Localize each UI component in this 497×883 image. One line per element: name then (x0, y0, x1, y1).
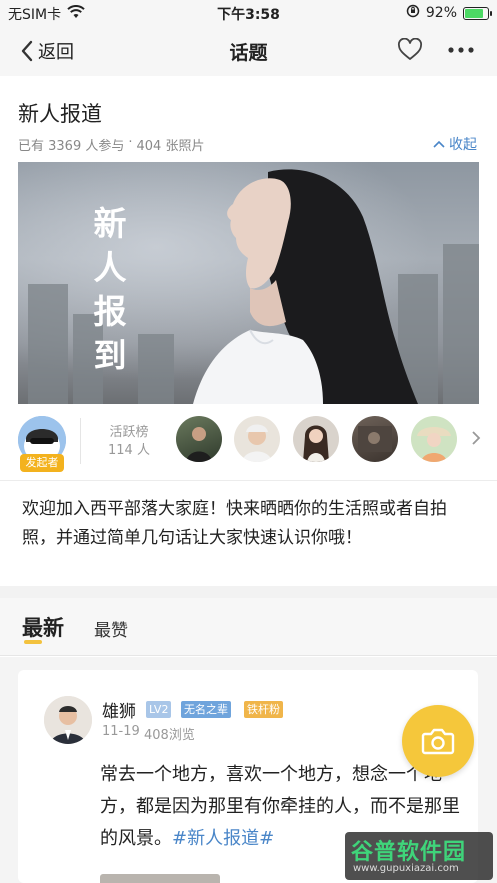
tab-likes[interactable]: 最赞 (94, 616, 128, 641)
meta-separator: · (128, 135, 133, 150)
camera-icon (421, 728, 455, 755)
initiator-badge: 发起者 (20, 454, 64, 472)
fan-tag: 铁杆粉 (244, 701, 283, 718)
participants-row: 发起者 活跃榜 114 人 (0, 410, 497, 472)
battery-percent: 92% (425, 5, 457, 21)
topic-meta: 已有 3369 人参与 · 404 张照片 (18, 135, 204, 154)
tab-active-indicator (24, 640, 42, 644)
more-button[interactable] (447, 38, 475, 66)
watermark-logo: 谷普软件园 www.gupuxiazai.com (345, 832, 493, 880)
title-tag: 无名之辈 (181, 701, 231, 718)
status-right: 92% (406, 4, 492, 22)
member-avatar[interactable] (176, 416, 222, 462)
post-image[interactable] (100, 874, 220, 883)
status-bar: 无SIM卡 下午3:58 92% (0, 0, 497, 26)
battery-icon (463, 6, 492, 20)
author-avatar[interactable] (44, 696, 92, 744)
member-avatar[interactable] (352, 416, 398, 462)
heart-icon (398, 37, 422, 60)
divider (0, 480, 497, 481)
topic-banner-image: 新 人 报 到 (18, 162, 479, 404)
chevron-right-icon (472, 431, 481, 445)
post-date: 11-19 (102, 724, 140, 739)
favorite-button[interactable] (397, 37, 423, 66)
author-name[interactable]: 雄狮 (102, 697, 136, 722)
member-avatar[interactable] (411, 416, 457, 462)
orientation-lock-icon (406, 4, 420, 22)
banner-char: 报 (93, 292, 127, 331)
post-hashtag[interactable]: #新人报道# (172, 828, 274, 849)
topic-title: 新人报道 (18, 102, 102, 126)
row-divider (80, 418, 81, 464)
banner-char: 到 (93, 336, 127, 375)
photo-count: 404 张照片 (136, 139, 205, 154)
active-board-label: 活跃榜 (109, 425, 149, 440)
active-board-count: 114 人 (108, 443, 150, 458)
topic-description: 欢迎加入西平部落大家庭！快来晒晒你的生活照或者自拍照，并通过简单几句话让大家快速… (22, 499, 447, 548)
watermark-sub: www.gupuxiazai.com (353, 863, 459, 874)
banner-char: 人 (93, 248, 127, 287)
collapse-label: 收起 (449, 137, 477, 153)
active-board-link[interactable]: 活跃榜 114 人 (98, 424, 160, 460)
initiator-avatar[interactable]: 发起者 (18, 416, 66, 472)
level-tag: LV2 (146, 701, 172, 718)
sort-tabs: 最新 最赞 (0, 598, 497, 656)
watermark-main: 谷普软件园 (351, 840, 467, 865)
section-gap (0, 586, 497, 598)
chevron-up-icon (433, 140, 445, 148)
participants-more-button[interactable] (471, 430, 481, 450)
banner-text: 新 人 报 到 (88, 202, 132, 378)
nav-bar: 返回 话题 (0, 26, 497, 76)
member-avatar[interactable] (293, 416, 339, 462)
post-views: 408浏览 (144, 728, 195, 743)
battery-fill (465, 8, 484, 18)
tab-latest[interactable]: 最新 (22, 612, 64, 642)
more-dots-icon (448, 47, 474, 53)
banner-char: 新 (93, 204, 127, 243)
participant-count: 已有 3369 人参与 (18, 139, 125, 154)
collapse-button[interactable]: 收起 (433, 134, 477, 154)
camera-button[interactable] (402, 705, 474, 777)
member-avatar[interactable] (234, 416, 280, 462)
